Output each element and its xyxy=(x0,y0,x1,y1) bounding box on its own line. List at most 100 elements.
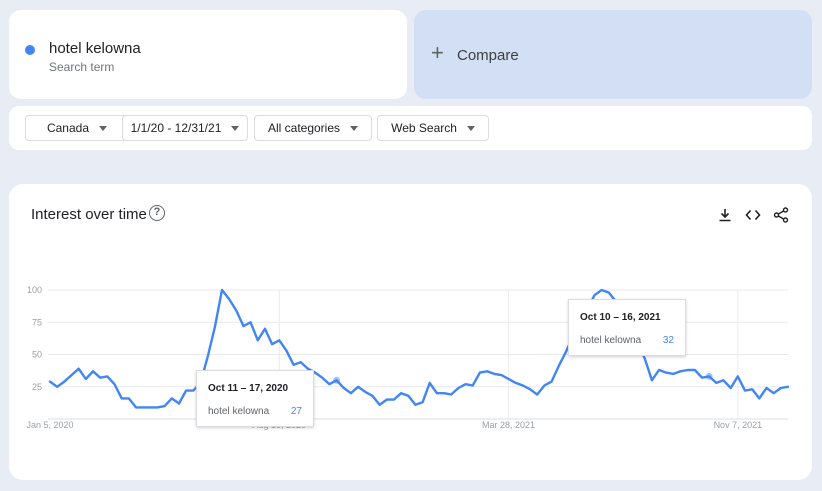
data-point[interactable] xyxy=(149,406,151,408)
data-point[interactable] xyxy=(443,392,445,394)
data-point[interactable] xyxy=(429,382,431,384)
data-point[interactable] xyxy=(722,379,724,381)
x-tick-label: Nov 7, 2021 xyxy=(714,420,763,430)
tooltip-2020: Oct 11 – 17, 2020 hotel kelowna 27 xyxy=(196,370,314,427)
data-point[interactable] xyxy=(242,325,244,327)
data-point[interactable] xyxy=(206,356,208,358)
data-point[interactable] xyxy=(314,371,316,373)
data-point[interactable] xyxy=(163,405,165,407)
data-point[interactable] xyxy=(765,387,767,389)
line-chart: 100755025Jan 5, 2020Aug 16, 2020Mar 28, … xyxy=(26,285,790,430)
data-point[interactable] xyxy=(715,382,717,384)
data-point[interactable] xyxy=(85,378,87,380)
data-point[interactable] xyxy=(436,392,438,394)
data-point[interactable] xyxy=(278,339,280,341)
data-point[interactable] xyxy=(751,388,753,390)
data-point[interactable] xyxy=(608,291,610,293)
data-point[interactable] xyxy=(386,398,388,400)
data-point[interactable] xyxy=(550,380,552,382)
data-point[interactable] xyxy=(128,397,130,399)
data-point[interactable] xyxy=(378,404,380,406)
data-point[interactable] xyxy=(701,377,703,379)
data-point[interactable] xyxy=(285,349,287,351)
data-point[interactable] xyxy=(292,364,294,366)
data-point[interactable] xyxy=(249,321,251,323)
data-point[interactable] xyxy=(400,392,402,394)
data-point[interactable] xyxy=(106,375,108,377)
data-point[interactable] xyxy=(142,406,144,408)
data-point[interactable] xyxy=(744,389,746,391)
data-point[interactable] xyxy=(593,294,595,296)
data-point[interactable] xyxy=(729,387,731,389)
data-point[interactable] xyxy=(651,379,653,381)
data-point[interactable] xyxy=(780,387,782,389)
data-point[interactable] xyxy=(264,328,266,330)
data-point[interactable] xyxy=(450,393,452,395)
data-point[interactable] xyxy=(643,357,645,359)
data-point[interactable] xyxy=(92,370,94,372)
data-point[interactable] xyxy=(300,361,302,363)
data-point[interactable] xyxy=(493,373,495,375)
data-point[interactable] xyxy=(479,371,481,373)
data-point[interactable] xyxy=(522,384,524,386)
data-point[interactable] xyxy=(515,382,517,384)
data-point[interactable] xyxy=(214,326,216,328)
data-point[interactable] xyxy=(99,377,101,379)
data-point[interactable] xyxy=(350,392,352,394)
data-point[interactable] xyxy=(500,374,502,376)
data-point[interactable] xyxy=(529,388,531,390)
y-tick-label: 100 xyxy=(27,285,42,295)
data-point[interactable] xyxy=(543,384,545,386)
data-point[interactable] xyxy=(156,406,158,408)
data-point[interactable] xyxy=(672,373,674,375)
data-point[interactable] xyxy=(486,370,488,372)
data-point[interactable] xyxy=(192,389,194,391)
data-point[interactable] xyxy=(178,402,180,404)
data-point[interactable] xyxy=(257,339,259,341)
data-point[interactable] xyxy=(221,289,223,291)
data-point[interactable] xyxy=(235,309,237,311)
data-point[interactable] xyxy=(565,351,567,353)
data-point[interactable] xyxy=(457,387,459,389)
data-point[interactable] xyxy=(135,406,137,408)
data-point[interactable] xyxy=(49,380,51,382)
data-point[interactable] xyxy=(321,377,323,379)
data-point[interactable] xyxy=(472,384,474,386)
data-point[interactable] xyxy=(686,369,688,371)
data-point[interactable] xyxy=(558,365,560,367)
tooltip-term: hotel kelowna xyxy=(580,335,642,346)
data-point[interactable] xyxy=(679,370,681,372)
data-point[interactable] xyxy=(772,392,774,394)
data-point[interactable] xyxy=(414,404,416,406)
data-point[interactable] xyxy=(393,398,395,400)
data-point[interactable] xyxy=(758,397,760,399)
data-point[interactable] xyxy=(601,289,603,291)
data-point[interactable] xyxy=(536,393,538,395)
data-point[interactable] xyxy=(694,369,696,371)
data-point[interactable] xyxy=(407,395,409,397)
data-point[interactable] xyxy=(737,375,739,377)
data-point[interactable] xyxy=(658,369,660,371)
tooltip-value: 27 xyxy=(290,406,302,417)
data-point[interactable] xyxy=(56,386,58,388)
data-point[interactable] xyxy=(371,395,373,397)
data-point[interactable] xyxy=(787,386,789,388)
data-point[interactable] xyxy=(464,383,466,385)
data-point[interactable] xyxy=(665,371,667,373)
data-point[interactable] xyxy=(77,367,79,369)
data-point[interactable] xyxy=(70,374,72,376)
data-point[interactable] xyxy=(343,387,345,389)
data-point[interactable] xyxy=(357,386,359,388)
data-point[interactable] xyxy=(63,380,65,382)
data-point[interactable] xyxy=(271,343,273,345)
data-point[interactable] xyxy=(228,298,230,300)
tooltip-2021: Oct 10 – 16, 2021 hotel kelowna 32 xyxy=(568,299,686,356)
data-point[interactable] xyxy=(507,378,509,380)
data-point[interactable] xyxy=(120,397,122,399)
data-point[interactable] xyxy=(171,397,173,399)
data-point[interactable] xyxy=(421,401,423,403)
data-point[interactable] xyxy=(185,389,187,391)
data-point[interactable] xyxy=(364,391,366,393)
data-point[interactable] xyxy=(113,383,115,385)
data-point[interactable] xyxy=(328,383,330,385)
